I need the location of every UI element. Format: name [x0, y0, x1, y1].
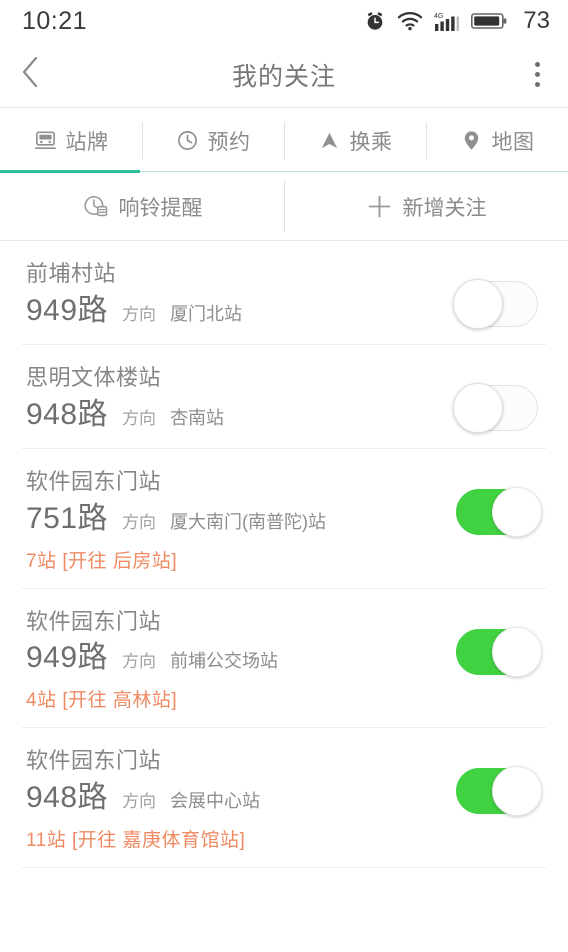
battery-icon	[471, 11, 509, 31]
svg-text:4G: 4G	[434, 13, 443, 20]
station-name: 软件园东门站	[26, 748, 162, 774]
route-number: 948路	[26, 397, 109, 431]
page-title: 我的关注	[231, 62, 336, 91]
tab-transfer[interactable]: 换乘	[284, 108, 426, 173]
direction-label: 方向	[122, 652, 157, 672]
route-line: 949路 方向 前埔公交场站	[26, 640, 456, 676]
route-line: 949路 方向 厦门北站	[26, 293, 456, 329]
favorite-toggle[interactable]	[456, 766, 542, 817]
plus-icon	[366, 193, 393, 220]
station-name: 思明文体楼站	[26, 365, 162, 390]
toggle-knob	[492, 626, 542, 677]
favorites-list: 前埔村站 949路 方向 厦门北站 思明文体楼站 948路 方向 杏南站 软件园…	[0, 241, 568, 869]
tab-label: 站牌	[65, 130, 109, 154]
destination-name: 厦大南门(南普陀)站	[170, 511, 327, 532]
table-row[interactable]: 软件园东门站 751路 方向 厦大南门(南普陀)站 7站 [开往 后房站]	[0, 449, 568, 589]
route-number: 949路	[26, 641, 109, 675]
tab-station-sign[interactable]: 站牌	[0, 108, 142, 173]
clock-icon	[176, 129, 199, 152]
tab-label: 预约	[207, 130, 251, 154]
tab-map[interactable]: 地图	[426, 108, 568, 173]
main-tabs: 站牌 预约 换乘 地图	[0, 108, 568, 173]
favorite-info: 前埔村站 949路 方向 厦门北站	[26, 259, 456, 329]
bus-sign-icon	[34, 129, 57, 152]
more-vertical-icon	[534, 62, 540, 67]
ring-reminder-button[interactable]: 响铃提醒	[0, 173, 284, 240]
destination-name: 前埔公交场站	[170, 651, 279, 672]
arrival-status: 7站 [开往 后房站]	[26, 550, 178, 572]
toggle-knob	[492, 766, 542, 817]
table-row[interactable]: 思明文体楼站 948路 方向 杏南站	[0, 345, 568, 449]
favorite-info: 软件园东门站 948路 方向 会展中心站 11站 [开往 嘉庚体育馆站]	[26, 746, 456, 852]
favorite-toggle[interactable]	[453, 383, 538, 433]
route-line: 948路 方向 杏南站	[26, 397, 456, 433]
battery-level: 73	[523, 7, 550, 34]
favorite-info: 软件园东门站 949路 方向 前埔公交场站 4站 [开往 高林站]	[26, 607, 456, 713]
arrival-status: 11站 [开往 嘉庚体育馆站]	[26, 830, 246, 852]
destination-name: 杏南站	[170, 407, 225, 428]
direction-label: 方向	[122, 512, 157, 532]
table-row[interactable]: 软件园东门站 949路 方向 前埔公交场站 4站 [开往 高林站]	[0, 589, 568, 729]
title-bar: 我的关注	[0, 42, 568, 108]
route-number: 948路	[26, 781, 109, 815]
route-line: 751路 方向 厦大南门(南普陀)站	[26, 501, 456, 537]
action-label: 响铃提醒	[118, 196, 203, 220]
alarm-reminder-icon	[82, 193, 109, 220]
more-vertical-icon-dot	[534, 82, 540, 87]
favorite-info: 思明文体楼站 948路 方向 杏南站	[26, 363, 456, 433]
table-row[interactable]: 软件园东门站 948路 方向 会展中心站 11站 [开往 嘉庚体育馆站]	[0, 728, 568, 868]
toggle-knob	[453, 383, 503, 433]
route-number: 751路	[26, 501, 109, 535]
transfer-arrow-icon	[318, 129, 341, 152]
alarm-clock-icon	[364, 10, 386, 32]
status-bar: 10:21 4G 73	[0, 0, 568, 42]
arrival-status: 4站 [开往 高林站]	[26, 690, 178, 712]
map-pin-icon	[460, 129, 483, 152]
route-line: 948路 方向 会展中心站	[26, 780, 456, 816]
tab-reservation[interactable]: 预约	[142, 108, 284, 173]
station-name: 软件园东门站	[26, 469, 162, 494]
favorite-toggle[interactable]	[456, 626, 542, 677]
status-time: 10:21	[22, 6, 88, 35]
add-favorite-button[interactable]: 新增关注	[284, 173, 568, 240]
station-name: 前埔村站	[26, 261, 117, 286]
toggle-knob	[453, 279, 503, 329]
tab-label: 地图	[491, 130, 535, 154]
station-name: 软件园东门站	[26, 608, 162, 634]
favorite-info: 软件园东门站 751路 方向 厦大南门(南普陀)站 7站 [开往 后房站]	[26, 467, 456, 573]
table-row[interactable]: 前埔村站 949路 方向 厦门北站	[0, 241, 568, 345]
favorite-toggle[interactable]	[456, 487, 542, 537]
more-options-button[interactable]	[506, 42, 568, 108]
tab-underline-track	[140, 171, 568, 172]
destination-name: 厦门北站	[170, 303, 243, 324]
status-icons: 4G 73	[364, 7, 550, 35]
tab-label: 换乘	[349, 130, 393, 154]
wifi-icon	[397, 11, 423, 31]
direction-label: 方向	[122, 792, 157, 812]
action-label: 新增关注	[402, 196, 487, 220]
favorite-toggle[interactable]	[453, 279, 538, 329]
direction-label: 方向	[122, 304, 157, 324]
toggle-knob	[492, 487, 542, 537]
action-row: 响铃提醒 新增关注	[0, 173, 568, 241]
signal-4g-icon: 4G	[434, 10, 460, 32]
more-vertical-icon-dot	[534, 72, 540, 77]
direction-label: 方向	[122, 408, 157, 428]
app-screen: 10:21 4G 73 我的关注 站牌 预约 换乘 地图 响铃提醒 新增关注 前…	[0, 0, 568, 952]
destination-name: 会展中心站	[170, 791, 261, 812]
route-number: 949路	[26, 293, 109, 327]
